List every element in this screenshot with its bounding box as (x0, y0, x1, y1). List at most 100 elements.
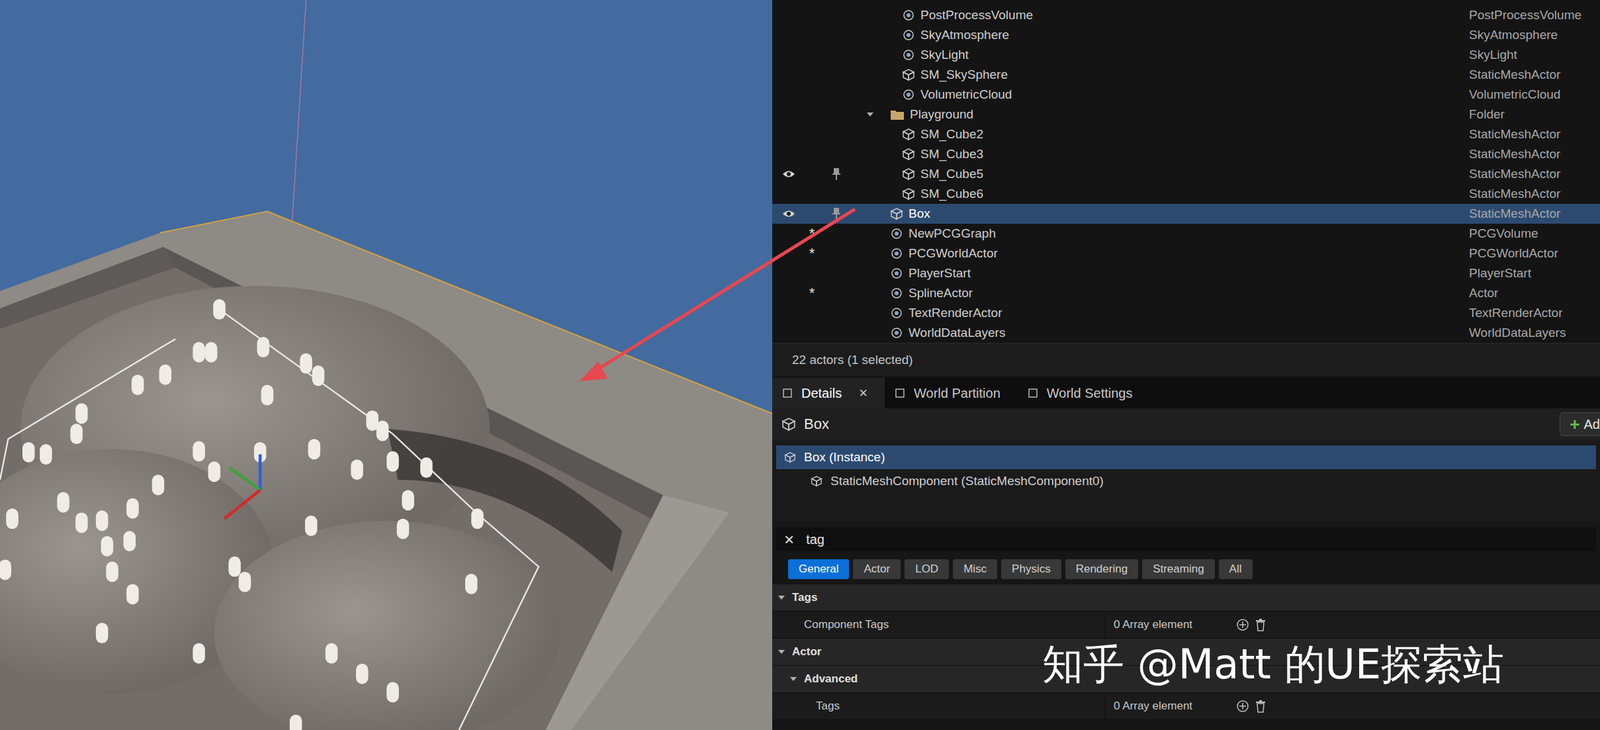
tab-icon (893, 387, 906, 400)
clear-search-button[interactable]: × (784, 529, 795, 550)
actor-type: StaticMeshActor (1468, 127, 1600, 142)
outliner-row[interactable]: Box StaticMeshActor (772, 203, 1600, 224)
actor-type: PlayerStart (1468, 266, 1600, 281)
static-mesh-icon (901, 147, 916, 161)
actor-icon (889, 226, 904, 241)
outliner-row[interactable]: SM_Cube5StaticMeshActor (772, 164, 1600, 184)
component-row[interactable]: StaticMeshComponent (StaticMeshComponent… (776, 469, 1597, 493)
actor-name[interactable]: Box (803, 415, 830, 433)
expanded-arrow-icon[interactable] (777, 593, 786, 602)
filter-button[interactable]: All (1218, 559, 1253, 579)
eye-icon[interactable] (782, 169, 796, 179)
filter-button[interactable]: LOD (904, 559, 949, 579)
outliner: PostProcessVolumePostProcessVolumeSkyAtm… (772, 0, 1600, 343)
actor-label: SM_Cube2 (920, 127, 984, 142)
actor-label: PlayerStart (908, 266, 971, 281)
actor-label: SM_SkySphere (920, 67, 1008, 83)
actor-type: StaticMeshActor (1468, 146, 1600, 162)
outliner-row[interactable]: SM_Cube2 StaticMeshActor (772, 124, 1600, 145)
actor-type: StaticMeshActor (1468, 67, 1600, 83)
property-row[interactable]: Actor (772, 638, 1600, 666)
details-panel: Box +Ad Box (Instance)StaticMeshComponent … (772, 408, 1600, 730)
outliner-row[interactable]: *NewPCGGraphPCGVolume (772, 223, 1600, 244)
expanded-arrow-icon[interactable] (777, 647, 786, 656)
actor-icon (901, 88, 916, 102)
actor-label: PostProcessVolume (920, 7, 1033, 23)
level-viewport[interactable] (0, 0, 773, 730)
filter-button[interactable]: General (788, 559, 849, 579)
outliner-row[interactable]: SM_SkySphere StaticMeshActor (772, 64, 1600, 85)
red-arrow-annotation (0, 0, 1600, 730)
panel-tab[interactable]: Details× (772, 377, 885, 409)
actor-type: StaticMeshActor (1468, 166, 1600, 182)
add-element-icon[interactable] (1236, 699, 1250, 713)
actor-label: Box (908, 206, 931, 222)
actor-type: StaticMeshActor (1468, 206, 1600, 222)
filter-button[interactable]: Physics (1001, 559, 1062, 579)
property-row[interactable]: Tags (772, 584, 1600, 612)
close-tab-button[interactable]: × (858, 384, 868, 402)
actor-type: SkyLight (1468, 47, 1600, 63)
trash-icon[interactable] (1254, 699, 1267, 713)
panel-tab[interactable]: World Settings (1017, 377, 1151, 409)
static-mesh-icon (781, 416, 797, 432)
panel-tab[interactable]: World Partition (884, 377, 1018, 409)
actor-label: TextRenderActor (908, 305, 1003, 321)
eye-icon[interactable] (782, 209, 796, 219)
static-mesh-icon (901, 68, 916, 82)
watermark: 知乎 @Matt 的UE探索站 (1042, 636, 1505, 693)
property-row[interactable]: Component Tags0 Array element (772, 611, 1600, 639)
outliner-row[interactable]: SM_Cube3StaticMeshActor (772, 144, 1600, 165)
filter-button[interactable]: Misc (952, 559, 998, 579)
add-component-button[interactable]: +Ad (1559, 412, 1600, 437)
actor-label: Playground (909, 107, 974, 122)
outliner-row[interactable]: VolumetricCloudVolumetricCloud (772, 84, 1600, 105)
actor-icon (889, 266, 904, 280)
property-value: 0 Array element (1113, 699, 1193, 713)
filter-button[interactable]: Streaming (1142, 559, 1215, 579)
outliner-row[interactable]: SM_Cube6StaticMeshActor (772, 183, 1600, 204)
filter-button[interactable]: Actor (852, 559, 901, 579)
expanded-arrow-icon[interactable] (866, 110, 875, 119)
actor-type: Folder (1468, 107, 1600, 122)
search-input[interactable]: tag (805, 532, 825, 548)
add-element-icon[interactable] (1236, 618, 1250, 632)
panel-tabs: Details×World PartitionWorld Settings (772, 377, 1600, 409)
property-list: TagsComponent Tags0 Array elementActorAd… (772, 584, 1600, 720)
static-mesh-icon (889, 207, 904, 221)
property-row[interactable]: Tags0 Array element (772, 692, 1600, 720)
actor-icon (889, 326, 904, 340)
outliner-row[interactable]: SkyLightSkyLight (772, 44, 1600, 65)
component-icon (810, 475, 823, 488)
outliner-row[interactable]: TextRenderActor TextRenderActor (772, 303, 1600, 323)
details-header: Box +Ad (772, 408, 1600, 441)
static-mesh-icon (901, 127, 916, 141)
actor-icon (901, 48, 916, 62)
outliner-row[interactable]: *SplineActorActor (772, 283, 1600, 304)
actor-icon (901, 8, 916, 22)
transform-gizmo-icon[interactable] (224, 453, 261, 519)
outliner-row[interactable]: PlayerStart PlayerStart (772, 263, 1600, 284)
expanded-arrow-icon[interactable] (789, 674, 798, 683)
actor-icon (901, 28, 916, 42)
outliner-row[interactable]: PostProcessVolumePostProcessVolume (772, 5, 1600, 26)
actor-label: SkyAtmosphere (920, 27, 1010, 43)
trash-icon[interactable] (1254, 618, 1267, 632)
modified-marker: * (805, 224, 819, 243)
actor-icon (889, 306, 904, 320)
scene-render[interactable] (0, 0, 773, 730)
actor-type: StaticMeshActor (1468, 186, 1600, 202)
property-row[interactable]: Advanced (772, 665, 1600, 693)
actor-type: SkyAtmosphere (1468, 27, 1600, 43)
details-search[interactable]: × tag (776, 527, 1597, 552)
outliner-row[interactable]: *PCGWorldActorPCGWorldActor (772, 243, 1600, 264)
outliner-row[interactable]: SkyAtmosphere SkyAtmosphere (772, 25, 1600, 45)
pin-icon[interactable] (831, 207, 842, 221)
actor-type: TextRenderActor (1468, 305, 1600, 321)
outliner-row[interactable]: Playground Folder (772, 104, 1600, 125)
actor-label: WorldDataLayers (908, 325, 1006, 341)
outliner-row[interactable]: WorldDataLayersWorldDataLayers (772, 322, 1600, 343)
pin-icon[interactable] (831, 167, 842, 181)
component-row[interactable]: Box (Instance) (776, 445, 1597, 470)
filter-button[interactable]: Rendering (1065, 559, 1139, 579)
